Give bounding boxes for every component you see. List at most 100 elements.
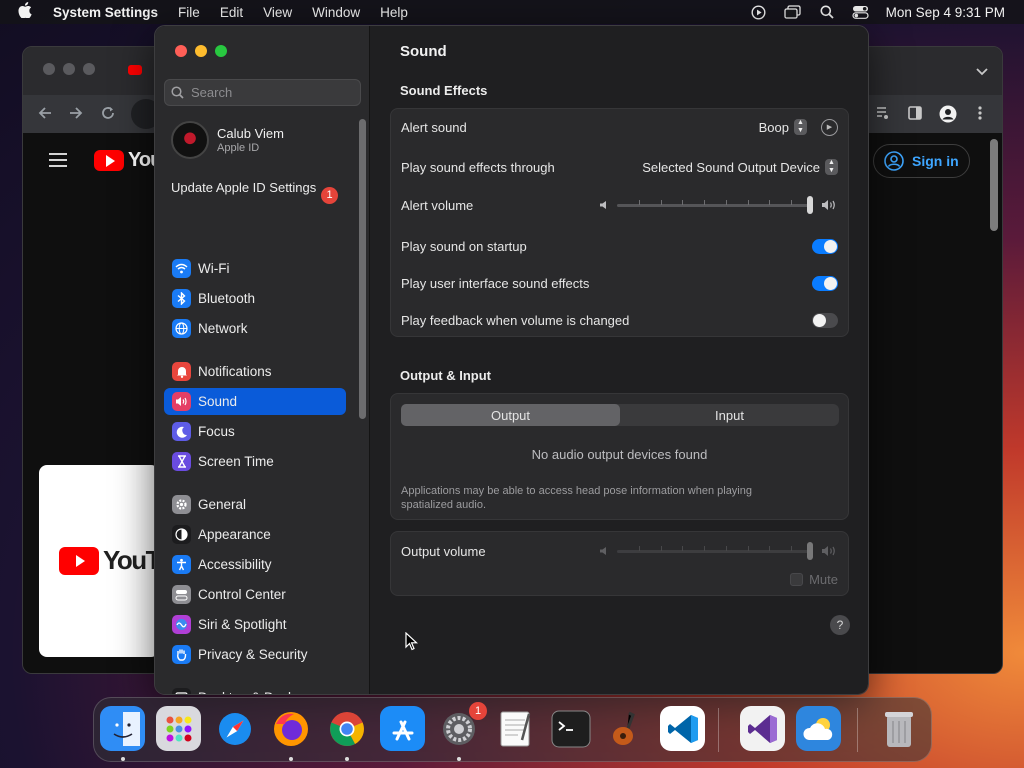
tab-output[interactable]: Output (401, 404, 620, 426)
sidebar-item-label: Privacy & Security (198, 647, 308, 662)
output-volume-group: Output volume Mute (390, 531, 849, 596)
sidebar-item-wi-fi[interactable]: Wi-Fi (164, 255, 346, 282)
play-through-label: Play sound effects through (401, 159, 555, 175)
side-panel-icon[interactable] (907, 105, 923, 126)
safari-icon[interactable] (212, 706, 257, 751)
sidebar-item-bluetooth[interactable]: Bluetooth (164, 285, 346, 312)
profile-icon[interactable] (939, 105, 957, 128)
help-button[interactable]: ? (830, 615, 850, 635)
update-badge: 1 (321, 187, 338, 204)
system-settings-window: Search Calub Viem Apple ID Update Apple … (154, 25, 869, 695)
window-zoom-button[interactable] (215, 45, 227, 57)
window-close-button[interactable] (175, 45, 187, 57)
alert-sound-popup[interactable]: Boop ▲ ▼ (759, 119, 807, 135)
browser-scrollbar[interactable] (990, 139, 998, 231)
apple-logo-icon[interactable] (0, 2, 50, 22)
ui-sound-effects-toggle[interactable] (812, 275, 838, 291)
menu-help[interactable]: Help (370, 5, 418, 20)
volume-feedback-label: Play feedback when volume is changed (401, 312, 630, 328)
menu-view[interactable]: View (253, 5, 302, 20)
play-alert-sound-button[interactable]: ▶ (821, 118, 838, 136)
app-store-icon[interactable] (380, 706, 425, 751)
youtube-video-card[interactable]: YouTube (39, 465, 201, 657)
startup-sound-toggle[interactable] (812, 238, 838, 254)
back-arrow-icon[interactable] (37, 105, 53, 126)
launchpad-icon[interactable] (156, 706, 201, 751)
menu-file[interactable]: File (168, 5, 210, 20)
chrome-icon[interactable] (324, 706, 369, 751)
window-minimize-button[interactable] (195, 45, 207, 57)
youtube-tab-favicon-icon[interactable] (128, 65, 142, 75)
play-through-popup[interactable]: Selected Sound Output Device ▲ ▼ (642, 159, 838, 175)
dock-running-indicator (345, 757, 349, 761)
youtube-menu-icon[interactable] (49, 153, 67, 172)
sidebar-item-control-center[interactable]: Control Center (164, 581, 346, 608)
slider-knob[interactable] (807, 196, 813, 214)
vscode-icon[interactable] (660, 706, 705, 751)
youtube-card-play-icon (59, 546, 99, 575)
forward-arrow-icon[interactable] (68, 105, 84, 126)
sidebar-item-screen-time[interactable]: Screen Time (164, 448, 346, 475)
sidebar-item-network[interactable]: Network (164, 315, 346, 342)
firefox-icon[interactable] (268, 706, 313, 751)
sidebar-scrollbar[interactable] (359, 119, 366, 419)
tab-search-chevron-icon[interactable] (976, 63, 988, 81)
terminal-icon[interactable] (548, 706, 593, 751)
apple-id-profile[interactable]: Calub Viem Apple ID (171, 120, 361, 160)
profile-name: Calub Viem (217, 126, 284, 141)
menu-window[interactable]: Window (302, 5, 370, 20)
slider-tick (748, 546, 749, 551)
sidebar-item-notifications[interactable]: Notifications (164, 358, 346, 385)
sidebar-item-label: Siri & Spotlight (198, 617, 287, 632)
sidebar-item-appearance[interactable]: Appearance (164, 521, 346, 548)
menu-app-name[interactable]: System Settings (50, 5, 168, 20)
sidebar-item-desktop-and-dock[interactable]: Desktop & Dock (164, 684, 346, 694)
output-volume-slider[interactable] (617, 542, 813, 560)
sidebar-item-siri-and-spotlight[interactable]: Siri & Spotlight (164, 611, 346, 638)
weather-icon[interactable] (796, 706, 841, 751)
siri-icon (172, 615, 191, 634)
media-controls-icon[interactable] (875, 105, 891, 126)
browser-close-button[interactable] (43, 63, 55, 75)
sidebar-search-field[interactable]: Search (164, 79, 361, 106)
sidebar-item-label: Control Center (198, 587, 286, 602)
visual-studio-icon[interactable] (740, 706, 785, 751)
textedit-icon[interactable] (492, 706, 537, 751)
slider-knob[interactable] (807, 542, 813, 560)
finder-icon[interactable] (100, 706, 145, 751)
menu-edit[interactable]: Edit (210, 5, 253, 20)
browser-menu-icon[interactable] (978, 105, 982, 126)
ui-sound-effects-label: Play user interface sound effects (401, 275, 590, 291)
slider-tick (726, 200, 727, 205)
youtube-sign-in-button[interactable]: Sign in (873, 144, 970, 178)
tab-input[interactable]: Input (620, 404, 839, 426)
dock-running-indicator (457, 757, 461, 761)
output-volume-label: Output volume (401, 543, 486, 559)
slider-tick (726, 546, 727, 551)
screen-mirroring-icon[interactable] (776, 5, 810, 19)
bluetooth-icon (172, 289, 191, 308)
volume-low-icon (600, 201, 606, 209)
browser-minimize-button[interactable] (63, 63, 75, 75)
now-playing-icon[interactable] (742, 4, 776, 20)
control-center-icon[interactable] (844, 5, 878, 19)
sidebar-item-general[interactable]: General (164, 491, 346, 518)
reload-icon[interactable] (100, 105, 116, 126)
garageband-icon[interactable] (604, 706, 649, 751)
sidebar-item-sound[interactable]: Sound (164, 388, 346, 415)
mute-checkbox[interactable] (790, 572, 804, 586)
alert-volume-slider[interactable] (617, 196, 813, 214)
output-input-group: Output Input No audio output devices fou… (390, 393, 849, 520)
browser-maximize-button[interactable] (83, 63, 95, 75)
volume-feedback-toggle[interactable] (812, 312, 838, 328)
spotlight-search-icon[interactable] (810, 5, 844, 19)
sidebar-item-focus[interactable]: Focus (164, 418, 346, 445)
sidebar-item-accessibility[interactable]: Accessibility (164, 551, 346, 578)
menu-bar-clock[interactable]: Mon Sep 4 9:31 PM (878, 5, 1024, 20)
sound-effects-heading: Sound Effects (400, 83, 488, 98)
play-through-row: Play sound effects through Selected Soun… (401, 157, 838, 177)
update-apple-id-settings[interactable]: Update Apple ID Settings (171, 180, 346, 196)
output-input-segmented-control: Output Input (401, 404, 839, 426)
sidebar-item-privacy-and-security[interactable]: Privacy & Security (164, 641, 346, 668)
trash-icon[interactable] (876, 706, 921, 751)
